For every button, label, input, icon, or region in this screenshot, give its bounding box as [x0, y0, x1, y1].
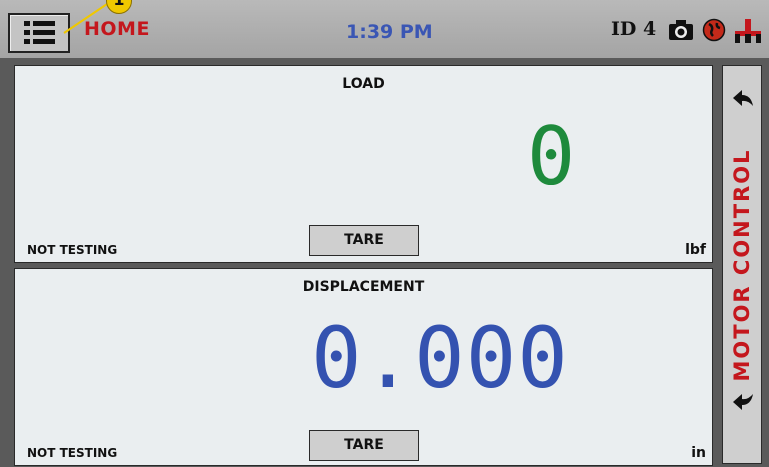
displacement-unit: in — [691, 445, 706, 461]
displacement-panel: DISPLACEMENT 0.000 TARE NOT TESTING in — [14, 268, 713, 466]
displacement-title: DISPLACEMENT — [302, 279, 425, 295]
load-unit: lbf — [685, 242, 706, 258]
clock-time: 1:39 PM — [346, 21, 433, 43]
arrow-up-icon[interactable] — [731, 88, 755, 110]
arrow-down-icon[interactable] — [731, 390, 755, 412]
displacement-value: 0.000 — [311, 309, 569, 407]
motor-control-button[interactable]: MOTOR CONTROL — [722, 65, 762, 464]
load-panel: LOAD 0 TARE NOT TESTING lbf — [14, 65, 713, 263]
load-value: 0 — [527, 110, 576, 203]
globe-icon[interactable] — [702, 18, 726, 42]
load-title: LOAD — [342, 76, 385, 92]
displacement-status: NOT TESTING — [27, 446, 118, 460]
camera-icon[interactable] — [668, 19, 694, 41]
network-icon[interactable] — [733, 18, 763, 44]
motor-control-label: MOTOR CONTROL — [730, 148, 754, 381]
load-status: NOT TESTING — [27, 243, 118, 257]
device-id-label: ID 4 — [611, 18, 657, 40]
displacement-tare-button[interactable]: TARE — [309, 430, 419, 461]
load-tare-button[interactable]: TARE — [309, 225, 419, 256]
